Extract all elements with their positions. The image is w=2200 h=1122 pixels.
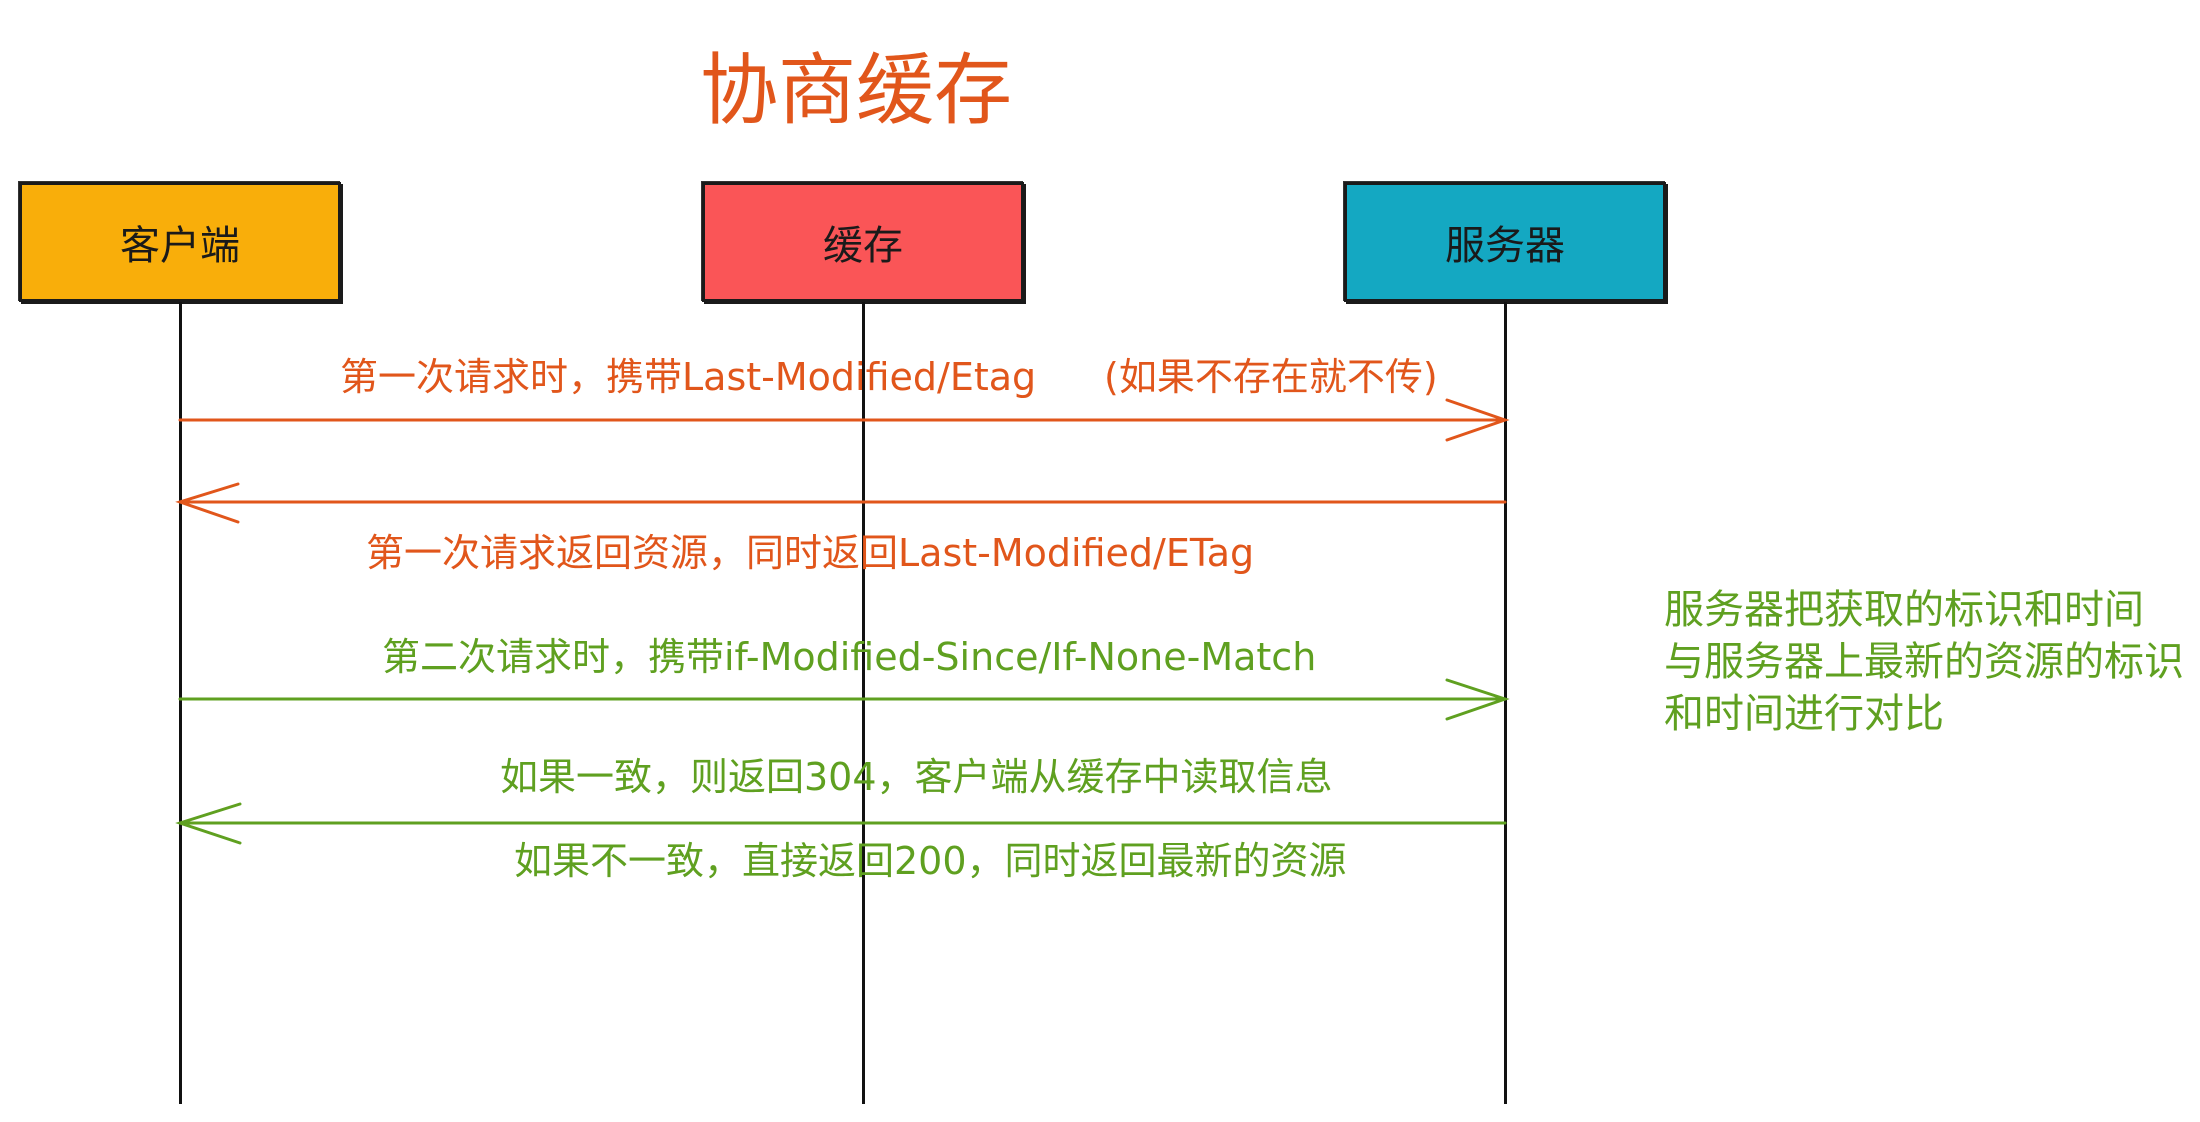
server-note-line-3: 和时间进行对比 <box>1664 691 1944 737</box>
second-request-label: 第二次请求时，携带if-Modified-Since/If-None-Match <box>382 635 1317 679</box>
second-response-label-304: 如果一致，则返回304，客户端从缓存中读取信息 <box>500 755 1333 799</box>
server-note-line-2: 与服务器上最新的资源的标识 <box>1664 639 2184 685</box>
server-compare-note: 服务器把获取的标识和时间 与服务器上最新的资源的标识 和时间进行对比 <box>1664 584 2184 740</box>
first-response-label: 第一次请求返回资源，同时返回Last-Modified/ETag <box>366 531 1255 575</box>
first-request-note: (如果不存在就不传) <box>1104 355 1438 399</box>
first-request-label: 第一次请求时，携带Last-Modified/Etag <box>340 355 1037 399</box>
second-response-label-200: 如果不一致，直接返回200，同时返回最新的资源 <box>514 839 1347 883</box>
server-note-line-1: 服务器把获取的标识和时间 <box>1664 587 2144 633</box>
